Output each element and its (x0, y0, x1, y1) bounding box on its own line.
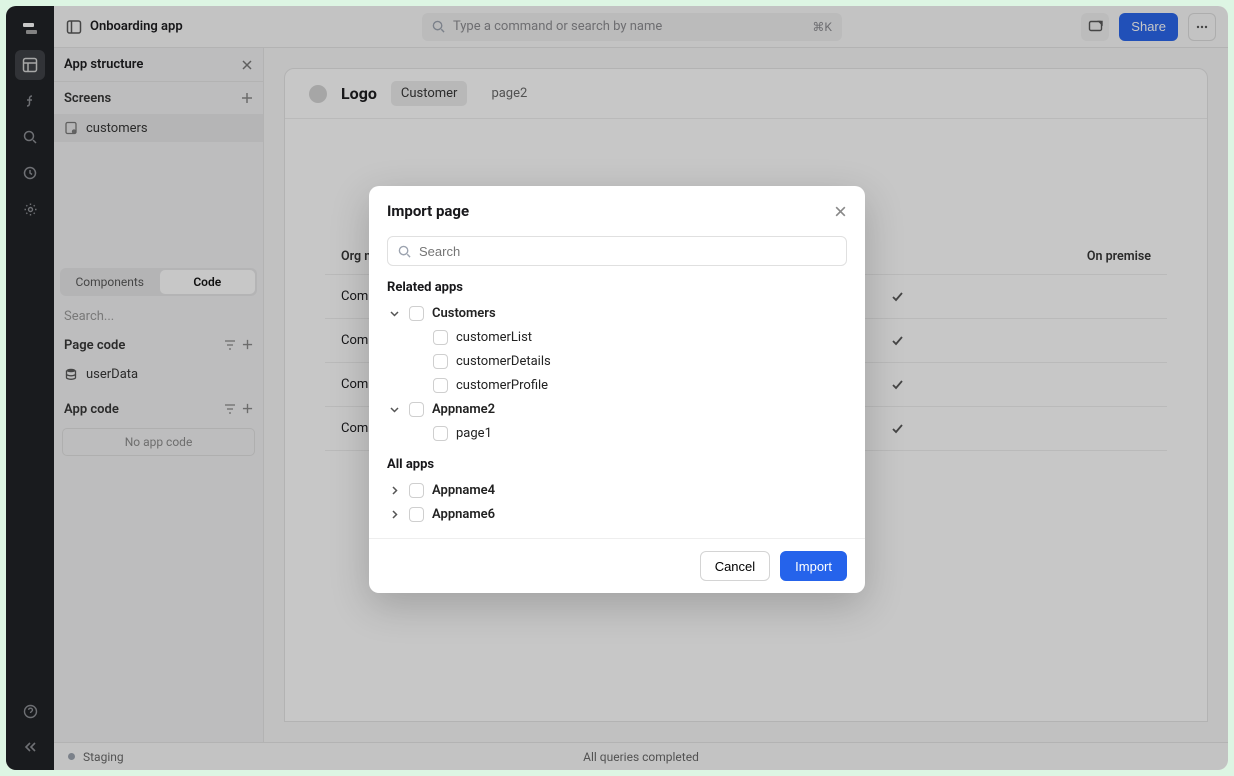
modal-overlay: Import page Related apps Customers custo… (6, 6, 1228, 770)
checkbox[interactable] (433, 426, 448, 441)
chevron-down-icon[interactable] (387, 308, 401, 319)
tree-page[interactable]: page1 (387, 421, 847, 445)
import-page-modal: Import page Related apps Customers custo… (369, 186, 865, 593)
tree-app[interactable]: Customers (387, 301, 847, 325)
tree-page-label: customerProfile (456, 378, 548, 393)
tree-page[interactable]: customerDetails (387, 349, 847, 373)
cancel-button[interactable]: Cancel (700, 551, 770, 581)
related-apps-label: Related apps (387, 280, 847, 295)
tree-app-label: Appname4 (432, 483, 495, 498)
tree-app-label: Customers (432, 306, 496, 321)
tree-page[interactable]: customerList (387, 325, 847, 349)
all-apps-label: All apps (387, 457, 847, 472)
checkbox[interactable] (409, 306, 424, 321)
modal-search[interactable] (387, 236, 847, 266)
tree-page-label: customerList (456, 330, 532, 345)
tree-page[interactable]: customerProfile (387, 373, 847, 397)
chevron-right-icon[interactable] (387, 485, 401, 496)
tree-app-label: Appname2 (432, 402, 495, 417)
checkbox[interactable] (409, 507, 424, 522)
search-icon (398, 245, 411, 258)
tree-app[interactable]: Appname6 (387, 502, 847, 526)
tree-page-label: customerDetails (456, 354, 551, 369)
modal-search-input[interactable] (419, 244, 836, 259)
tree-app[interactable]: Appname4 (387, 478, 847, 502)
close-icon[interactable] (834, 205, 847, 218)
import-button[interactable]: Import (780, 551, 847, 581)
checkbox[interactable] (433, 378, 448, 393)
checkbox[interactable] (409, 402, 424, 417)
chevron-down-icon[interactable] (387, 404, 401, 415)
checkbox[interactable] (409, 483, 424, 498)
modal-title: Import page (387, 202, 469, 220)
chevron-right-icon[interactable] (387, 509, 401, 520)
tree-page-label: page1 (456, 426, 492, 441)
checkbox[interactable] (433, 354, 448, 369)
tree-app-label: Appname6 (432, 507, 495, 522)
checkbox[interactable] (433, 330, 448, 345)
tree-app[interactable]: Appname2 (387, 397, 847, 421)
